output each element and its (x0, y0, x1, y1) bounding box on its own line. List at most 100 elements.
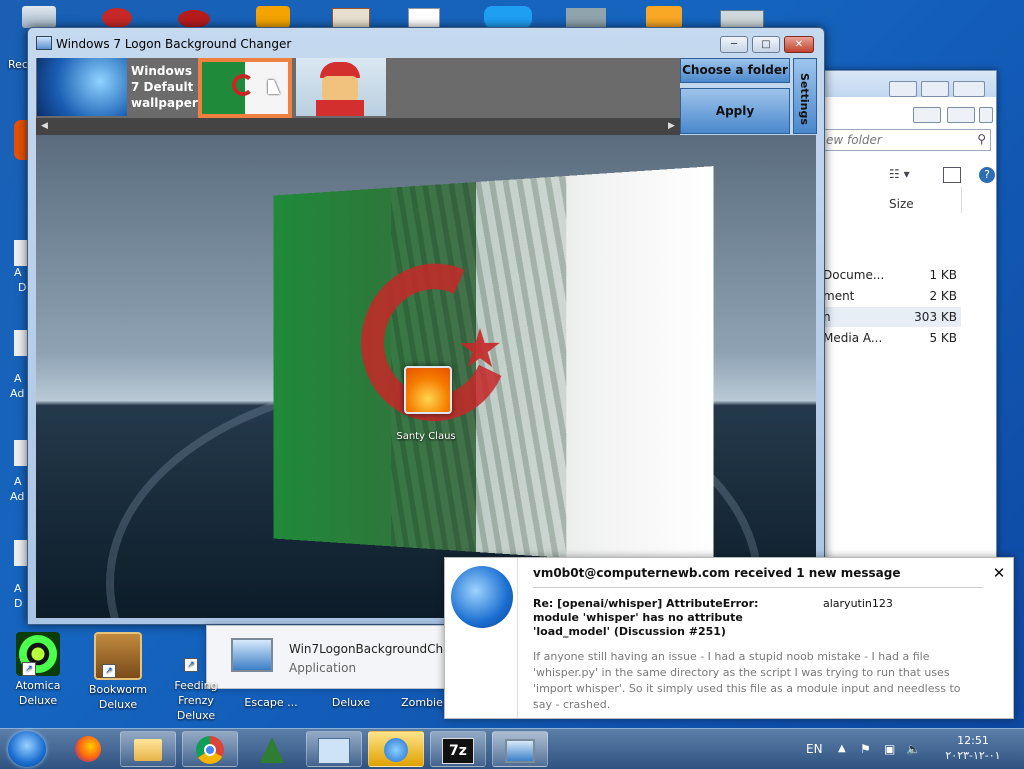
taskbar-network-app[interactable] (368, 731, 424, 767)
user-name: Santy Claus (396, 431, 456, 442)
monitor-icon (505, 739, 535, 763)
settings-button[interactable]: Settings (793, 58, 817, 134)
start-button[interactable] (8, 731, 46, 767)
desktop-left-icons: A D A Ad A Ad A D (0, 110, 28, 610)
shortcut-icon[interactable] (14, 540, 28, 566)
maximize-button[interactable]: □ (752, 36, 780, 53)
explorer-maximize-button[interactable] (921, 81, 949, 97)
desktop-partial-label: A (14, 266, 22, 279)
explorer-minimize-button[interactable] (913, 107, 941, 123)
control-panel-icon (318, 738, 350, 764)
file-row[interactable]: n 303 KB (821, 307, 961, 327)
clock-date: ۲۰۲۳-۱۲-۰۱ (945, 749, 1001, 762)
shortcut-arrow-icon: ↗ (102, 664, 116, 678)
taskbar-preview-popup[interactable]: Win7LogonBackgroundChanger Application (206, 625, 458, 689)
thunderbird-icon (451, 566, 513, 628)
explorer-search-input[interactable]: ew folder ⚲ (821, 129, 991, 151)
app-icon[interactable] (484, 6, 532, 28)
file-size: 303 KB (914, 310, 957, 324)
desktop-icon-label: Atomica Deluxe (15, 679, 61, 707)
app-icon (36, 36, 52, 50)
app-icon[interactable] (646, 6, 682, 28)
thumbnail-default-label: Windows 7 Default wallpaper (131, 64, 198, 110)
shortcut-icon[interactable] (14, 440, 28, 466)
shortcut-icon[interactable] (14, 120, 28, 160)
file-row[interactable]: Media A... 5 KB (821, 328, 961, 348)
taskbar-christmas-app[interactable] (244, 731, 300, 767)
taskbar-chrome[interactable] (182, 731, 238, 767)
logon-preview: ★ Santy Claus (36, 135, 816, 618)
network-icon[interactable]: ▣ (884, 729, 895, 769)
choose-folder-button[interactable]: Choose a folder (680, 58, 790, 83)
explorer-window[interactable]: ew folder ⚲ ☷ ▾ ? Size Docume... 1 KB men… (820, 70, 997, 632)
tree-icon (260, 737, 284, 763)
shortcut-icon[interactable] (14, 240, 28, 266)
desktop-icon-label: Deluxe (331, 696, 371, 709)
desktop-icon-zombie[interactable]: Zombie (394, 682, 450, 709)
notification-body: If anyone still having an issue - I had … (533, 650, 961, 711)
thumbnail-santa[interactable] (296, 58, 386, 116)
monitor-icon (231, 638, 273, 672)
explorer-maximize-button[interactable] (947, 107, 975, 123)
shortcut-icon[interactable] (14, 330, 28, 356)
notification-subject[interactable]: Re: [openai/whisper] AttributeError: mod… (533, 597, 797, 639)
taskbar: 7z EN ▲ ⚑ ▣ 🔈 12:51 ۲۰۲۳-۱۲-۰۱ (0, 728, 1024, 769)
help-icon[interactable]: ? (979, 167, 995, 183)
preview-pane-icon[interactable] (943, 167, 961, 183)
app-icon[interactable] (256, 6, 290, 28)
close-button[interactable]: ✕ (784, 36, 814, 53)
taskbar-firefox[interactable] (60, 731, 116, 767)
file-name: ment (823, 289, 855, 303)
minimize-button[interactable]: ─ (720, 36, 748, 53)
shortcut-arrow-icon: ↗ (184, 658, 198, 672)
notification-close-button[interactable]: ✕ (991, 565, 1007, 581)
language-indicator[interactable]: EN (806, 729, 823, 769)
file-name: Media A... (823, 331, 883, 345)
clock[interactable]: 12:51 ۲۰۲۳-۱۲-۰۱ (930, 733, 1016, 763)
scroll-right-icon[interactable]: ▶ (663, 118, 680, 135)
taskbar-control-panel[interactable] (306, 731, 362, 767)
desktop-icon-label: Escape ... (244, 696, 298, 709)
desktop-icon-deluxe[interactable]: Deluxe (314, 682, 388, 709)
explorer-minimize-button[interactable] (889, 81, 917, 97)
taskbar-explorer[interactable] (120, 731, 176, 767)
settings-label: Settings (798, 73, 811, 125)
recycle-bin-icon[interactable] (22, 6, 56, 28)
user-avatar[interactable] (404, 366, 452, 414)
app-icon[interactable] (566, 8, 606, 28)
action-center-icon[interactable]: ⚑ (860, 729, 871, 769)
volume-icon[interactable]: 🔈 (906, 729, 921, 769)
logon-changer-window[interactable]: Windows 7 Logon Background Changer ─ □ ✕… (27, 27, 825, 625)
notification-header-rule (533, 587, 983, 588)
desktop-icon-feeding-frenzy[interactable]: ↗ Feeding Frenzy Deluxe (158, 632, 234, 723)
scroll-left-icon[interactable]: ◀ (36, 118, 53, 135)
taskbar-7zip[interactable]: 7z (430, 731, 486, 767)
desktop-icon-label: Feeding Frenzy Deluxe (174, 679, 218, 722)
book-icon: ↗ (94, 632, 142, 680)
apply-button[interactable]: Apply (680, 88, 790, 134)
desktop-label-rec: Rec (8, 58, 28, 71)
notification-sender: alaryutin123 (823, 597, 893, 610)
app-icon[interactable] (102, 8, 132, 28)
show-hidden-icons[interactable]: ▲ (838, 729, 846, 769)
desktop-icon-atomica[interactable]: ↗ Atomica Deluxe (0, 632, 76, 708)
thumbnail-scrollbar[interactable]: ◀ ▶ (36, 118, 680, 135)
file-size: 1 KB (929, 268, 957, 282)
mail-notification[interactable]: vm0b0t@computernewb.com received 1 new m… (444, 557, 1014, 719)
wallpaper-thumbnail-strip[interactable]: Windows 7 Default wallpaper ◀ ▶ (36, 58, 680, 135)
view-options-icon[interactable]: ☷ ▾ (889, 167, 917, 181)
thumbnail-default-wallpaper[interactable] (37, 58, 127, 116)
file-size: 2 KB (929, 289, 957, 303)
explorer-close-button[interactable] (979, 107, 993, 123)
desktop-icon-bookworm[interactable]: ↗ Bookworm Deluxe (80, 632, 156, 712)
desktop-top-icons (0, 0, 1024, 30)
desktop-icon-escape[interactable]: Escape ... (236, 682, 306, 709)
app-icon[interactable] (178, 10, 210, 28)
file-row[interactable]: Docume... 1 KB (821, 265, 961, 285)
column-header-size[interactable]: Size (889, 197, 914, 211)
taskbar-logon-changer[interactable] (492, 731, 548, 767)
preview-wallpaper-panel: ★ (273, 166, 714, 568)
desktop-partial-label: A (14, 582, 22, 595)
file-row[interactable]: ment 2 KB (821, 286, 961, 306)
explorer-close-button[interactable] (953, 81, 985, 97)
